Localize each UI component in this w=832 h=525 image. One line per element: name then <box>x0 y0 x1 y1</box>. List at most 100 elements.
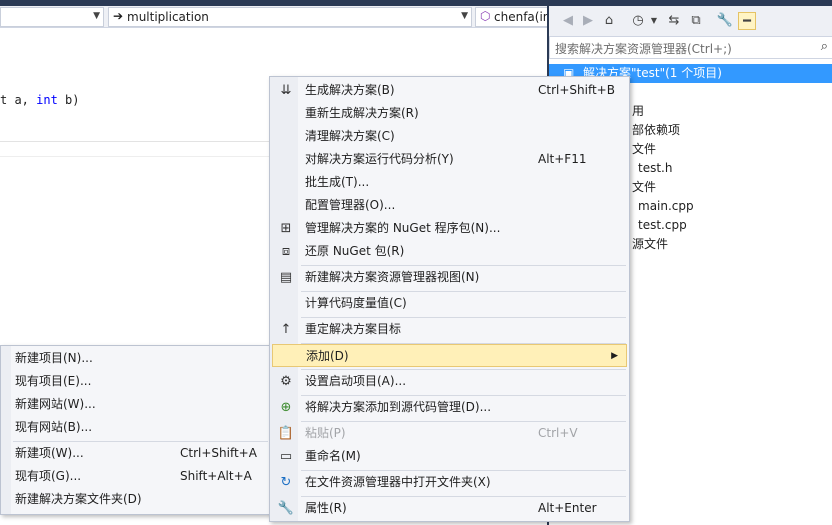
tree-item[interactable]: 文件 <box>632 140 656 159</box>
wrench-icon: 🔧 <box>277 501 295 516</box>
rename-icon: ▭ <box>279 449 293 464</box>
menu-item-label: 管理解决方案的 NuGet 程序包(N)... <box>305 221 501 235</box>
menu-item-clean-solution[interactable]: 清理解决方案(C) <box>272 125 627 148</box>
back-icon[interactable]: ◀ <box>559 12 577 30</box>
retarget-arrow-icon: ↑ <box>280 322 292 337</box>
menu-item-label: 清理解决方案(C) <box>305 129 395 143</box>
menu-item-configuration-manager[interactable]: 配置管理器(O)... <box>272 194 627 217</box>
code-text: t a, <box>0 93 37 107</box>
solution-explorer-search[interactable]: 搜索解决方案资源管理器(Ctrl+;) ⌕ <box>549 36 832 59</box>
menu-item-label: 新建网站(W)... <box>15 397 96 411</box>
menu-item-shortcut: Ctrl+V <box>538 426 578 440</box>
menu-item-shortcut: Alt+F11 <box>538 152 587 166</box>
tree-item[interactable]: 用 <box>632 102 644 121</box>
method-cube-icon: ⬡ <box>480 9 491 23</box>
menu-item-code-metrics[interactable]: 计算代码度量值(C) <box>272 292 627 315</box>
nav-scope-value: multiplication <box>127 10 209 24</box>
tree-item[interactable]: test.h <box>638 159 672 178</box>
menu-item-label: 重定解决方案目标 <box>305 322 402 336</box>
menu-item-existing-project[interactable]: 现有项目(E)... <box>3 370 269 393</box>
open-folder-arrow-icon: ↻ <box>280 475 292 490</box>
menu-item-label: 计算代码度量值(C) <box>305 296 407 310</box>
editor-navigation-bar: ▼ ➔ multiplication ▼ ⬡ chenfa(in <box>0 6 551 28</box>
menu-item-label: 现有网站(B)... <box>15 420 93 434</box>
source-control-add-icon: ⊕ <box>280 400 292 415</box>
menu-item-label: 配置管理器(O)... <box>305 198 396 212</box>
collapse-all-icon[interactable]: ⧉ <box>687 12 705 30</box>
preview-pin-icon[interactable]: ━ <box>738 12 756 30</box>
menu-item-label: 生成解决方案(B) <box>305 83 395 97</box>
menu-item-run-code-analysis[interactable]: 对解决方案运行代码分析(Y) Alt+F11 <box>272 148 627 171</box>
sync-icon[interactable]: ⇆ <box>665 12 683 30</box>
submenu-arrow-icon: ▶ <box>611 351 618 361</box>
menu-item-new-explorer-view[interactable]: ▤ 新建解决方案资源管理器视图(N) <box>272 266 627 289</box>
tree-item[interactable]: 文件 <box>632 178 656 197</box>
menu-item-properties[interactable]: 🔧 属性(R) Alt+Enter <box>272 497 627 520</box>
menu-item-label: 添加(D) <box>306 349 349 363</box>
menu-item-label: 还原 NuGet 包(R) <box>305 244 405 258</box>
menu-item-build-solution[interactable]: ⇊ 生成解决方案(B) Ctrl+Shift+B <box>272 79 627 102</box>
home-icon[interactable]: ⌂ <box>600 12 618 30</box>
gear-icon: ⚙ <box>280 374 292 389</box>
menu-item-shortcut: Ctrl+Shift+B <box>538 83 615 97</box>
menu-item-existing-item[interactable]: 现有项(G)... Shift+Alt+A <box>3 465 269 488</box>
menu-item-label: 现有项(G)... <box>15 469 82 483</box>
chevron-down-icon: ▼ <box>93 11 100 21</box>
menu-item-shortcut: Shift+Alt+A <box>180 469 252 483</box>
menu-item-paste: 📋 粘贴(P) Ctrl+V <box>272 422 627 445</box>
tree-item[interactable]: test.cpp <box>638 216 687 235</box>
nav-member-value: chenfa(in <box>494 10 551 24</box>
tree-item[interactable]: main.cpp <box>638 197 694 216</box>
menu-item-existing-website[interactable]: 现有网站(B)... <box>3 416 269 439</box>
menu-item-label: 粘贴(P) <box>305 426 346 440</box>
code-line[interactable]: t a, int b) <box>0 93 80 107</box>
menu-item-label: 新建解决方案文件夹(D) <box>15 492 142 506</box>
menu-item-label: 现有项目(E)... <box>15 374 92 388</box>
chevron-down-icon: ▼ <box>461 11 468 21</box>
menu-item-label: 对解决方案运行代码分析(Y) <box>305 152 454 166</box>
code-keyword: int <box>36 93 58 107</box>
menu-item-label: 重命名(M) <box>305 449 361 463</box>
chevron-down-icon[interactable]: ▼ <box>645 12 663 30</box>
menu-item-rename[interactable]: ▭ 重命名(M) <box>272 445 627 468</box>
menu-item-retarget-solution[interactable]: ↑ 重定解决方案目标 <box>272 318 627 341</box>
new-view-icon: ▤ <box>279 270 293 285</box>
menu-item-rebuild-solution[interactable]: 重新生成解决方案(R) <box>272 102 627 125</box>
menu-item-label: 属性(R) <box>305 501 347 515</box>
menu-item-add-to-source-control[interactable]: ⊕ 将解决方案添加到源代码管理(D)... <box>272 396 627 419</box>
menu-item-add[interactable]: 添加(D) ▶ <box>272 344 627 367</box>
wrench-icon[interactable]: 🔧 <box>716 12 734 30</box>
nav-scope-dropdown[interactable]: ➔ multiplication ▼ <box>108 7 472 27</box>
menu-item-shortcut: Alt+Enter <box>538 501 597 515</box>
menu-item-set-startup-project[interactable]: ⚙ 设置启动项目(A)... <box>272 370 627 393</box>
arrow-right-icon: ➔ <box>113 9 124 23</box>
code-text: b) <box>57 93 80 107</box>
tree-item[interactable]: 部依赖项 <box>632 121 680 140</box>
menu-item-label: 新建项目(N)... <box>15 351 93 365</box>
nav-project-dropdown[interactable]: ▼ <box>0 7 104 27</box>
menu-item-label: 重新生成解决方案(R) <box>305 106 419 120</box>
add-submenu: 新建项目(N)... 现有项目(E)... 新建网站(W)... 现有网站(B)… <box>0 345 272 515</box>
menu-item-manage-nuget[interactable]: ⊞ 管理解决方案的 NuGet 程序包(N)... <box>272 217 627 240</box>
search-icon[interactable]: ⌕ <box>821 39 828 54</box>
forward-icon[interactable]: ▶ <box>579 12 597 30</box>
menu-item-shortcut: Ctrl+Shift+A <box>180 446 257 460</box>
menu-item-restore-nuget[interactable]: ⧈ 还原 NuGet 包(R) <box>272 240 627 263</box>
restore-package-icon: ⧈ <box>281 244 291 259</box>
menu-item-new-website[interactable]: 新建网站(W)... <box>3 393 269 416</box>
nuget-package-icon: ⊞ <box>280 221 292 236</box>
build-solution-icon: ⇊ <box>280 83 292 98</box>
menu-item-label: 新建解决方案资源管理器视图(N) <box>305 270 480 284</box>
menu-item-label: 将解决方案添加到源代码管理(D)... <box>305 400 492 414</box>
menu-item-new-item[interactable]: 新建项(W)... Ctrl+Shift+A <box>3 442 269 465</box>
menu-item-label: 在文件资源管理器中打开文件夹(X) <box>305 475 491 489</box>
menu-item-batch-build[interactable]: 批生成(T)... <box>272 171 627 194</box>
menu-item-new-solution-folder[interactable]: 新建解决方案文件夹(D) <box>3 488 269 511</box>
menu-item-new-project[interactable]: 新建项目(N)... <box>3 347 269 370</box>
menu-item-open-in-file-explorer[interactable]: ↻ 在文件资源管理器中打开文件夹(X) <box>272 471 627 494</box>
search-placeholder: 搜索解决方案资源管理器(Ctrl+;) <box>555 42 732 56</box>
nav-member-dropdown[interactable]: ⬡ chenfa(in <box>475 7 551 27</box>
solution-explorer-toolbar: ◀ ▶ ⌂ ◷ ▼ ⇆ ⧉ 🔧 ━ <box>549 6 832 36</box>
menu-item-label: 批生成(T)... <box>305 175 370 189</box>
tree-item[interactable]: 源文件 <box>632 235 668 254</box>
